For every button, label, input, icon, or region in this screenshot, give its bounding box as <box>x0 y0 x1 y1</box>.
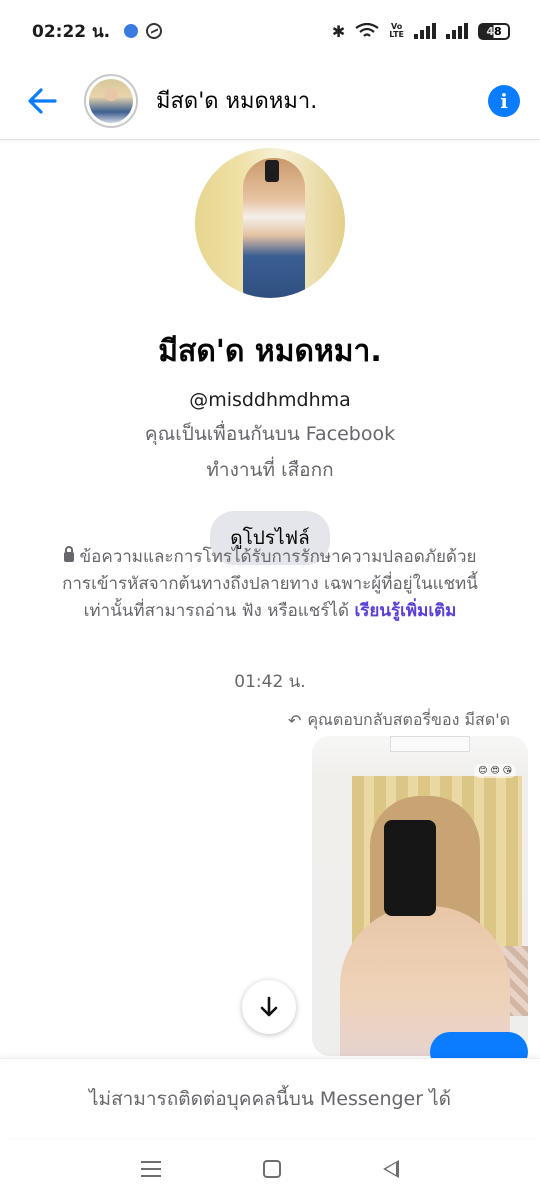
system-nav-bar <box>0 1138 540 1200</box>
unavailable-message: ไม่สามารถติดต่อบุคคลนี้บน Messenger ได้ <box>89 1087 451 1110</box>
arrow-left-icon <box>28 87 57 114</box>
signal-icon-2 <box>446 23 468 39</box>
profile-section: มีสด'ด หมดหมา. @misddhmdhma คุณเป็นเพื่อ… <box>0 148 540 565</box>
status-bar: 02:22 น. ✱ Vo LTE 48 <box>0 0 540 62</box>
profile-name: มีสด'ด หมดหมา. <box>158 334 382 369</box>
volte-icon: Vo LTE <box>389 22 404 39</box>
recent-apps-button[interactable] <box>141 1161 161 1177</box>
status-indicators: ✱ Vo LTE 48 <box>332 22 510 41</box>
chat-title[interactable]: มีสด'ด หมดหมา. <box>156 83 317 118</box>
reply-icon: ↶ <box>287 711 302 730</box>
avatar[interactable] <box>84 73 138 128</box>
story-emoji-caption: 😊 😍 😘 <box>474 764 516 778</box>
profile-handle: @misddhmdhma <box>189 389 351 411</box>
messenger-notification-icon <box>146 23 163 39</box>
arrow-down-icon <box>260 996 278 1017</box>
system-back-button[interactable] <box>383 1160 399 1178</box>
back-button[interactable] <box>20 79 64 123</box>
friend-status: คุณเป็นเพื่อนกันบน Facebook <box>144 423 396 445</box>
info-button[interactable]: i <box>488 84 520 117</box>
battery-icon: 48 <box>478 22 510 40</box>
story-image[interactable]: 😊 😍 😘 <box>312 736 528 1056</box>
bluetooth-icon: ✱ <box>331 21 346 41</box>
status-notification-icons <box>124 23 163 39</box>
home-button[interactable] <box>263 1160 281 1178</box>
signal-icon-1 <box>414 23 436 39</box>
composer-disabled-panel: ไม่สามารถติดต่อบุคคลนี้บน Messenger ได้ <box>0 1058 540 1138</box>
app-notification-icon <box>124 24 139 38</box>
status-time: 02:22 น. <box>32 21 111 42</box>
story-reply-text: คุณตอบกลับสตอรี่ของ มีสด'ด <box>307 710 510 729</box>
encryption-notice: ข้อความและการโทรได้รับการรักษาความปลอดภั… <box>60 544 480 625</box>
lock-icon <box>63 546 74 562</box>
story-reply-label: ↶ คุณตอบกลับสตอรี่ของ มีสด'ด <box>288 708 510 733</box>
wifi-icon <box>355 23 379 37</box>
battery-level: 48 <box>486 24 502 38</box>
chat-header: มีสด'ด หมดหมา. i <box>0 62 540 140</box>
scroll-down-button[interactable] <box>242 980 296 1034</box>
learn-more-link[interactable]: เรียนรู้เพิ่มเติม <box>354 601 456 621</box>
profile-photo[interactable] <box>195 148 345 298</box>
work-info: ทำงานที่ เสือกก <box>206 459 334 481</box>
message-timestamp: 01:42 น. <box>234 672 306 692</box>
info-icon: i <box>500 88 508 113</box>
